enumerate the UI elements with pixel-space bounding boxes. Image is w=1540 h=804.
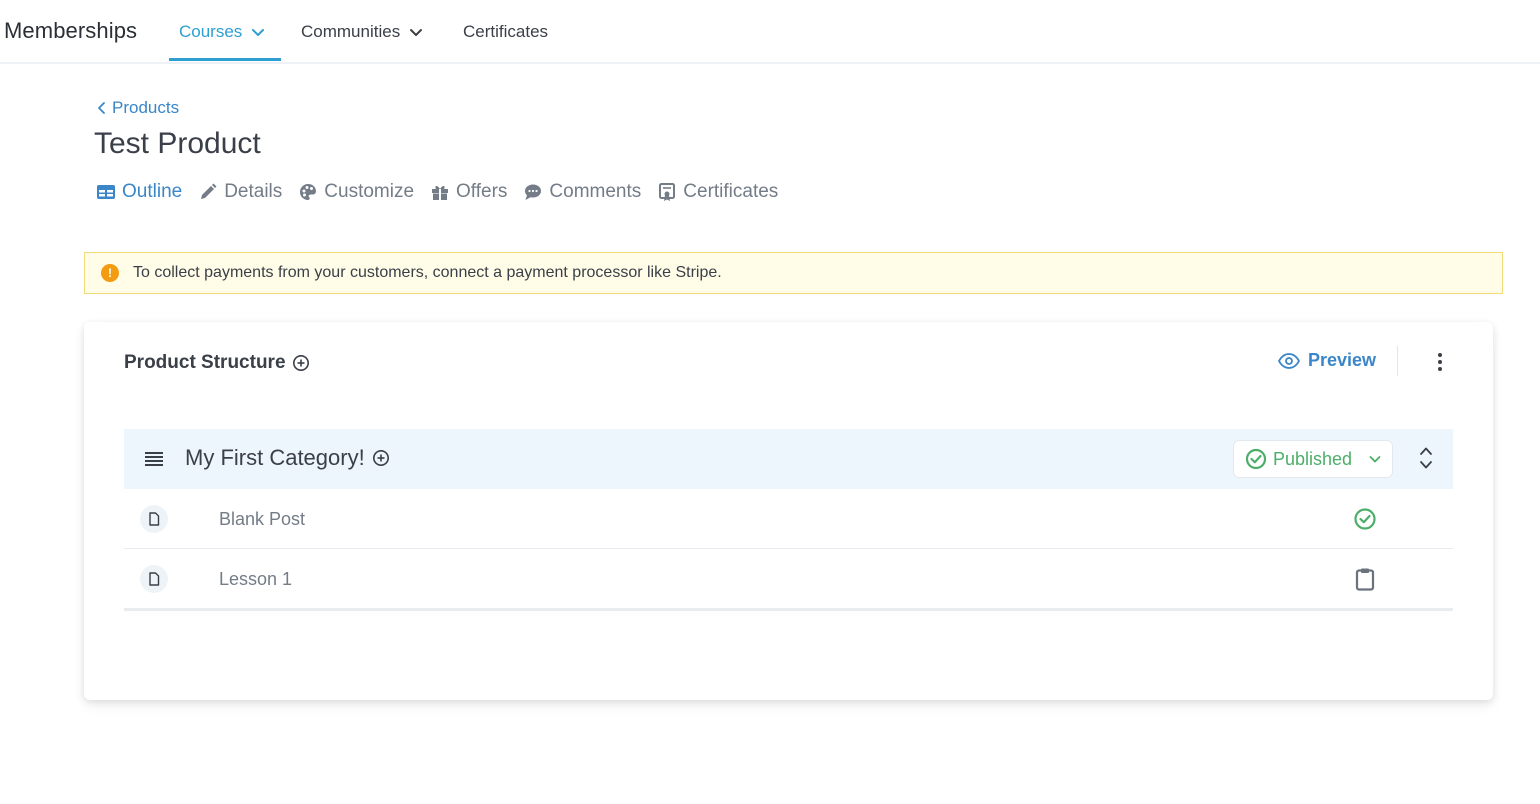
subtab-label: Customize xyxy=(324,181,415,202)
publish-status-select[interactable]: Published xyxy=(1233,440,1393,478)
nav-tab-certificates[interactable]: Certificates xyxy=(463,22,548,42)
chevron-up-down-icon xyxy=(1420,447,1432,469)
list-item-label: Lesson 1 xyxy=(219,569,293,589)
publish-status-value: Published xyxy=(1273,448,1353,469)
nav-tab-label: Communities xyxy=(301,22,401,41)
list-item[interactable]: Lesson 1 xyxy=(124,549,1453,611)
item-status xyxy=(1353,567,1377,591)
item-status xyxy=(1353,507,1377,531)
eye-icon xyxy=(1278,352,1300,369)
chevron-down-icon xyxy=(1369,456,1381,463)
product-structure-title: Product Structure xyxy=(124,352,286,373)
list-item[interactable]: Blank Post xyxy=(124,489,1453,549)
add-circle-icon[interactable] xyxy=(292,354,310,372)
subtab-label: Offers xyxy=(456,181,508,202)
category-row: My First Category! Published xyxy=(124,429,1453,489)
kebab-menu-icon xyxy=(1438,353,1442,371)
gift-icon xyxy=(432,185,449,200)
subtab-customize[interactable]: Customize xyxy=(298,181,414,203)
drag-handle-icon[interactable] xyxy=(144,449,164,469)
comment-icon xyxy=(525,184,542,200)
check-circle-icon xyxy=(1245,448,1267,470)
nav-tab-communities[interactable]: Communities xyxy=(301,22,424,42)
subtab-label: Certificates xyxy=(683,181,779,202)
subtab-label: Details xyxy=(224,181,283,202)
product-structure-heading: Product Structure xyxy=(124,352,310,374)
document-icon xyxy=(140,565,168,593)
table-icon xyxy=(97,185,115,199)
chevron-down-icon xyxy=(252,29,265,36)
list-item-label: Blank Post xyxy=(219,509,306,529)
clipboard-icon xyxy=(1355,568,1375,591)
preview-button[interactable]: Preview xyxy=(1278,350,1376,371)
subtab-comments[interactable]: Comments xyxy=(523,181,641,203)
nav-tab-courses[interactable]: Courses xyxy=(179,22,266,42)
subtab-label: Outline xyxy=(122,181,183,202)
subtab-details[interactable]: Details xyxy=(198,181,282,203)
subtab-label: Comments xyxy=(549,181,642,202)
brand-title: Memberships xyxy=(4,18,138,43)
product-structure-card: Product Structure Preview My First Categ… xyxy=(84,322,1493,700)
toolbar-divider xyxy=(1397,346,1398,376)
page-title: Test Product xyxy=(94,127,261,160)
breadcrumb-back-link[interactable]: Products xyxy=(96,98,179,118)
pencil-icon xyxy=(201,183,217,199)
document-icon xyxy=(140,505,168,533)
check-circle-icon xyxy=(1354,508,1376,530)
preview-label: Preview xyxy=(1308,350,1377,370)
subtab-outline[interactable]: Outline xyxy=(96,181,182,203)
active-tab-indicator xyxy=(169,58,281,61)
nav-tab-label: Courses xyxy=(179,22,243,41)
category-heading: My First Category! xyxy=(185,445,390,471)
certificate-icon xyxy=(659,183,676,201)
exclamation-icon: ! xyxy=(101,264,119,282)
subtab-offers[interactable]: Offers xyxy=(430,181,507,203)
add-circle-icon[interactable] xyxy=(372,449,390,467)
expand-collapse-button[interactable] xyxy=(1416,443,1436,473)
payment-warning-banner: ! To collect payments from your customer… xyxy=(84,252,1503,294)
top-navigation: Memberships Courses Communities Certific… xyxy=(0,0,1540,64)
product-subtabs: Outline Details Customize Offers Comment… xyxy=(96,181,794,203)
chevron-down-icon xyxy=(410,29,423,36)
nav-tab-label: Certificates xyxy=(463,22,549,41)
more-options-button[interactable] xyxy=(1428,350,1452,374)
alert-text: To collect payments from your customers,… xyxy=(133,264,722,281)
subtab-certificates[interactable]: Certificates xyxy=(657,181,778,203)
breadcrumb-label: Products xyxy=(112,98,180,117)
palette-icon xyxy=(300,184,317,200)
category-title[interactable]: My First Category! xyxy=(185,445,365,471)
chevron-left-icon xyxy=(98,102,105,114)
